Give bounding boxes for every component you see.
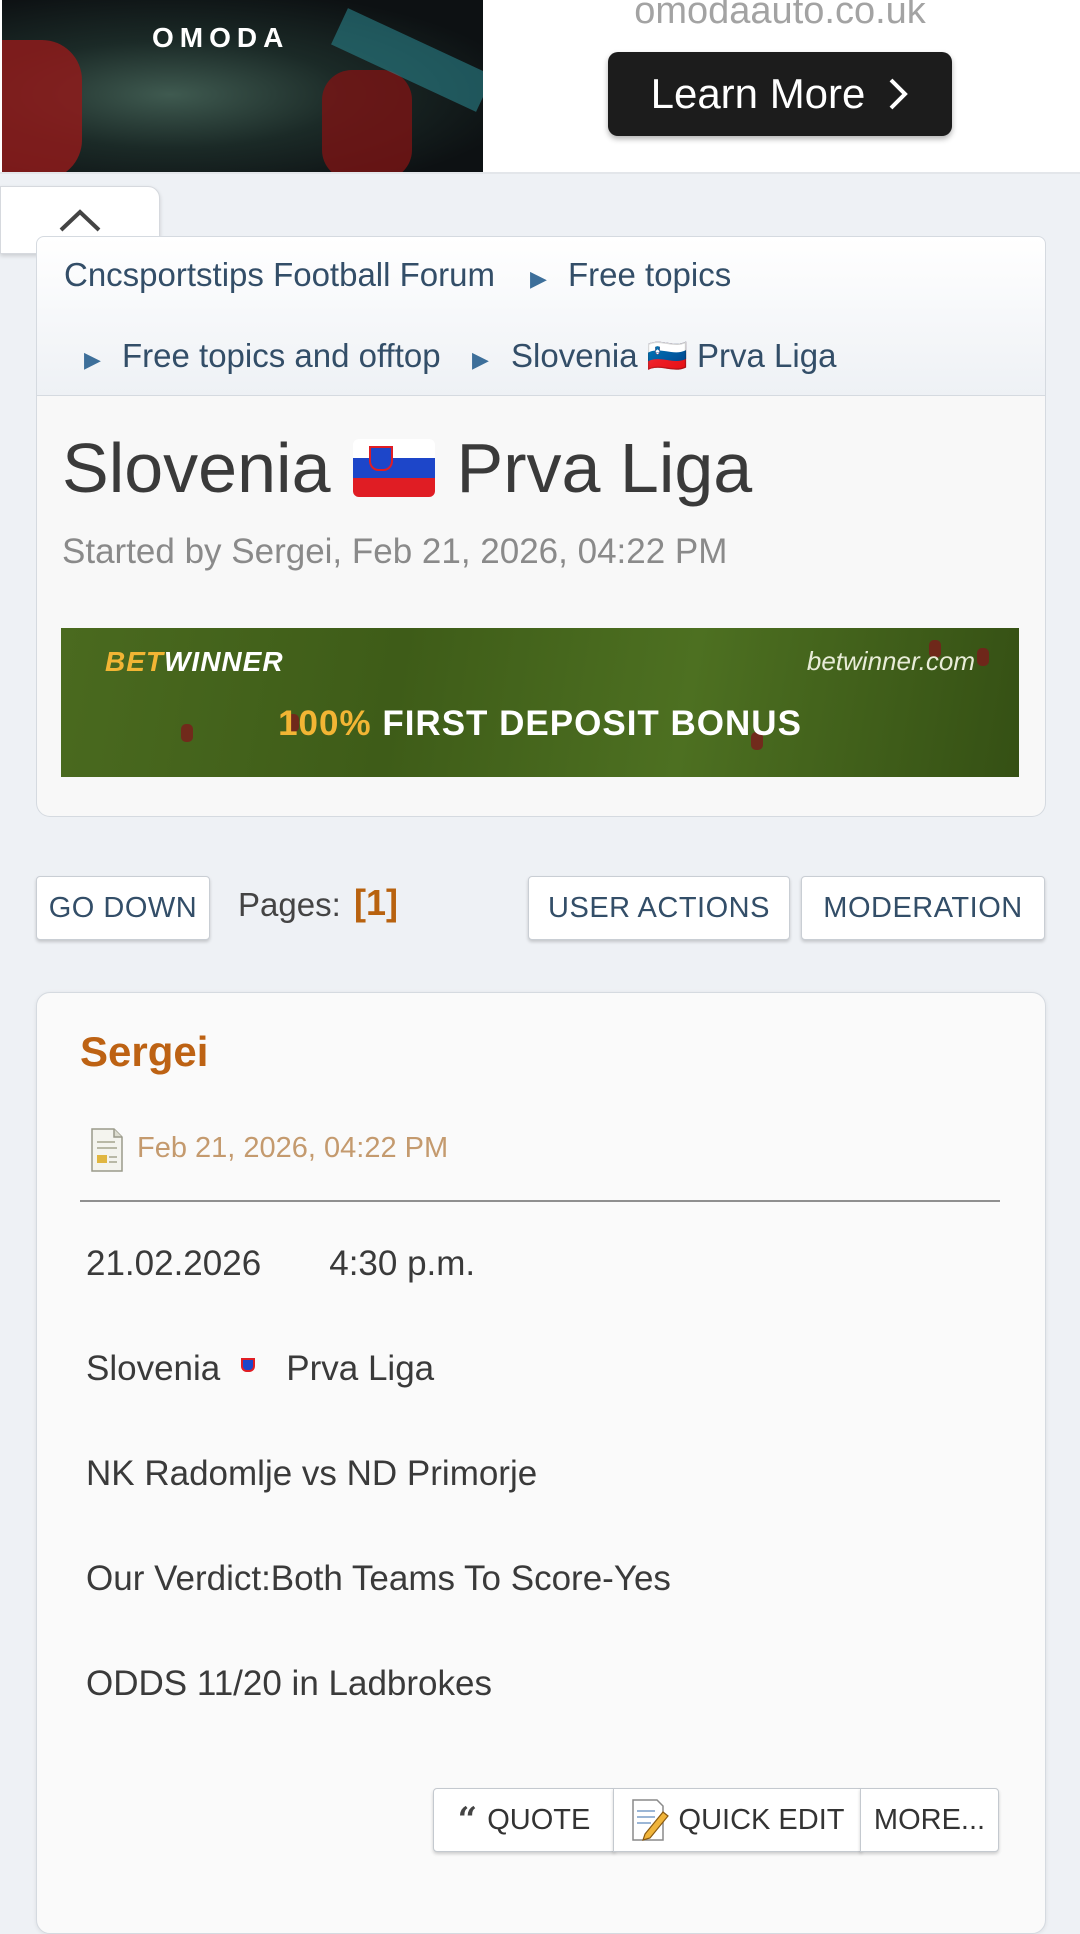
post-author[interactable]: Sergei: [80, 1028, 208, 1076]
title-suffix: Prva Liga: [456, 429, 753, 507]
ad-image[interactable]: OMODA: [2, 0, 483, 172]
edit-icon: [631, 1799, 669, 1841]
post-divider: [80, 1200, 1000, 1202]
post-match-datetime: 21.02.2026 4:30 p.m.: [86, 1244, 476, 1283]
post-date-link[interactable]: Feb 21, 2026, 04:22 PM: [137, 1132, 448, 1165]
breadcrumb-item-current[interactable]: Slovenia 🇸🇮 Prva Liga: [511, 337, 836, 376]
pages-label: Pages:: [238, 886, 341, 923]
post-verdict: Our Verdict:Both Teams To Score-Yes: [86, 1559, 671, 1598]
slovenia-flag-icon: [232, 1354, 274, 1384]
post-odds: ODDS 11/20 in Ladbrokes: [86, 1664, 492, 1703]
post-league-line: Slovenia Prva Liga: [86, 1349, 434, 1389]
quote-icon: “: [457, 1800, 478, 1840]
user-actions-button[interactable]: USER ACTIONS: [528, 876, 790, 940]
post-document-icon: [91, 1128, 123, 1172]
chevron-right-icon: [889, 78, 909, 110]
promo-offer: 100% FIRST DEPOSIT BONUS: [278, 704, 802, 743]
go-down-button[interactable]: GO DOWN: [36, 876, 210, 940]
quick-edit-button[interactable]: QUICK EDIT: [613, 1788, 862, 1852]
title-prefix: Slovenia: [62, 429, 331, 507]
quote-button[interactable]: “ QUOTE: [433, 1788, 615, 1852]
more-button[interactable]: MORE...: [860, 1788, 999, 1852]
breadcrumb-separator-icon: ▶: [530, 266, 547, 291]
learn-more-label: Learn More: [650, 70, 866, 117]
promo-site: betwinner.com: [806, 646, 975, 676]
breadcrumb-item-offtop[interactable]: Free topics and offtop: [122, 337, 441, 375]
breadcrumb-item-free-topics[interactable]: Free topics: [568, 256, 731, 294]
post-match: NK Radomlje vs ND Primorje: [86, 1454, 538, 1493]
breadcrumb-item-forum[interactable]: Cncsportstips Football Forum: [64, 256, 495, 294]
chevron-up-icon: [59, 209, 101, 232]
current-page[interactable]: [1]: [354, 882, 398, 924]
betwinner-promo-banner[interactable]: BETWINNER betwinner.com 100% FIRST DEPOS…: [61, 628, 1019, 777]
slovenia-flag-icon: [352, 439, 435, 497]
moderation-button[interactable]: MODERATION: [801, 876, 1045, 940]
learn-more-button[interactable]: Learn More: [608, 52, 952, 136]
ad-url[interactable]: omodaauto.co.uk: [560, 0, 1000, 33]
ad-brand-logo: OMODA: [152, 22, 290, 53]
page-title: Slovenia Prva Liga: [62, 428, 752, 508]
ad-banner[interactable]: OMODA omodaauto.co.uk Learn More: [0, 0, 1080, 174]
topic-started-by: Started by Sergei, Feb 21, 2026, 04:22 P…: [62, 532, 728, 571]
promo-brand: BETWINNER: [105, 646, 284, 677]
breadcrumb-separator-icon: ▶: [472, 347, 489, 372]
breadcrumb-separator-icon: ▶: [84, 347, 101, 372]
